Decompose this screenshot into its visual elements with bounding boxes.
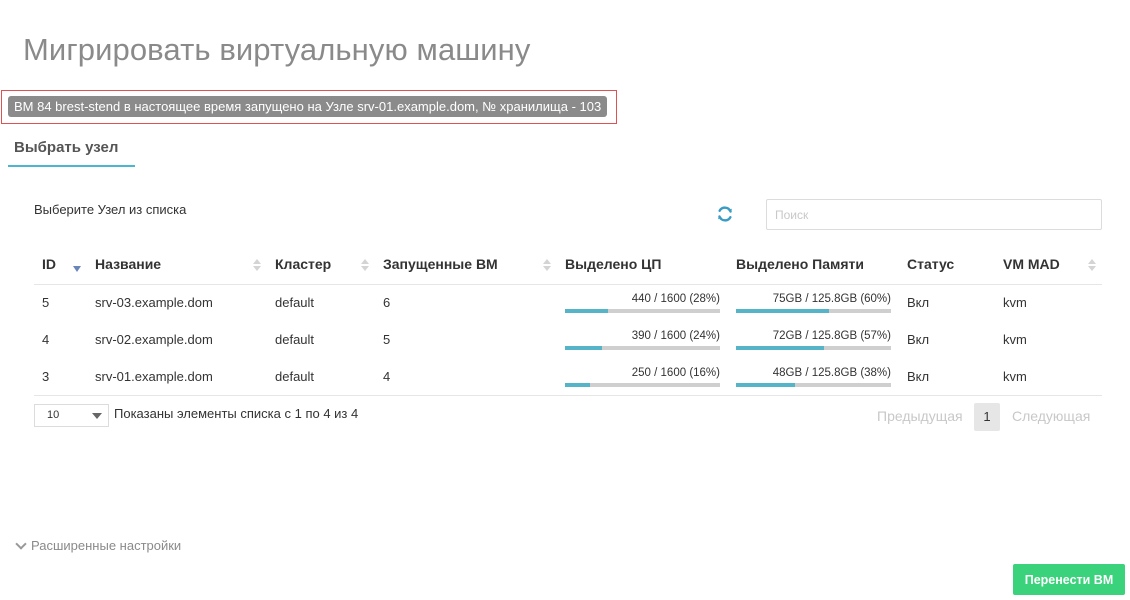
memory-usage-bar: [736, 309, 891, 313]
pagination-next-button[interactable]: Следующая: [1012, 408, 1090, 424]
cpu-usage-fill: [565, 383, 590, 387]
col-header-name-label: Название: [95, 256, 162, 273]
cell-cpu: 390 / 1600 (24%): [557, 321, 728, 359]
col-header-id-label: ID: [42, 256, 56, 273]
col-header-memory-label: Выделено Памяти: [736, 256, 864, 273]
cell-name: srv-01.example.dom: [87, 358, 267, 396]
col-header-cpu-label: Выделено ЦП: [565, 256, 662, 273]
col-header-cluster-label: Кластер: [275, 256, 332, 273]
cell-cluster: default: [267, 321, 375, 359]
pagination-page-1[interactable]: 1: [974, 403, 1000, 431]
cpu-usage: 440 / 1600 (28%): [565, 292, 720, 313]
memory-usage-fill: [736, 309, 829, 313]
col-header-memory[interactable]: Выделено Памяти: [728, 245, 899, 285]
cell-running-vms: 5: [375, 321, 557, 359]
cell-vm-mad: kvm: [995, 321, 1102, 359]
cell-id: 4: [34, 321, 87, 359]
cpu-usage-fill: [565, 309, 609, 313]
migrate-vm-button[interactable]: Перенести ВМ: [1013, 564, 1125, 595]
table-row[interactable]: 4 srv-02.example.dom default 5 390 / 160…: [34, 321, 1102, 359]
memory-usage-text: 72GB / 125.8GB (57%): [772, 330, 891, 342]
refresh-icon[interactable]: [715, 204, 735, 224]
col-header-status[interactable]: Статус: [899, 245, 995, 285]
cell-cluster: default: [267, 284, 375, 322]
cell-cpu: 250 / 1600 (16%): [557, 358, 728, 396]
memory-usage-fill: [736, 346, 825, 350]
cell-id: 3: [34, 358, 87, 396]
col-header-running-vms[interactable]: Запущенные ВМ: [375, 245, 557, 285]
col-header-vm-mad-label: VM MAD: [1003, 256, 1060, 273]
sort-icon: [543, 259, 551, 271]
tab-select-host[interactable]: Выбрать узел: [8, 136, 135, 167]
cpu-usage: 390 / 1600 (24%): [565, 329, 720, 350]
cell-vm-mad: kvm: [995, 284, 1102, 322]
cpu-usage: 250 / 1600 (16%): [565, 366, 720, 387]
sort-icon: [253, 259, 261, 271]
sort-desc-icon: [73, 266, 81, 272]
cell-status: Вкл: [899, 284, 995, 322]
cell-cluster: default: [267, 358, 375, 396]
sort-icon: [361, 259, 369, 271]
cpu-usage-fill: [565, 346, 603, 350]
cell-memory: 48GB / 125.8GB (38%): [728, 358, 899, 396]
cpu-usage-text: 390 / 1600 (24%): [631, 330, 720, 342]
col-header-id[interactable]: ID: [34, 245, 87, 285]
cell-vm-mad: kvm: [995, 358, 1102, 396]
memory-usage-bar: [736, 346, 891, 350]
cpu-usage-text: 250 / 1600 (16%): [631, 367, 720, 379]
table-header-row: ID Название Кластер Запущенные ВМ Выделе…: [34, 245, 1102, 285]
col-header-status-label: Статус: [907, 256, 955, 273]
hosts-table: ID Название Кластер Запущенные ВМ Выделе…: [34, 245, 1102, 396]
cell-status: Вкл: [899, 358, 995, 396]
cell-memory: 72GB / 125.8GB (57%): [728, 321, 899, 359]
chevron-down-icon: [15, 537, 27, 550]
pagination-info: Показаны элементы списка с 1 по 4 из 4: [114, 406, 359, 421]
page-title: Мигрировать виртуальную машину: [23, 32, 531, 67]
table-row[interactable]: 5 srv-03.example.dom default 6 440 / 160…: [34, 284, 1102, 322]
memory-usage: 75GB / 125.8GB (60%): [736, 292, 891, 313]
cell-status: Вкл: [899, 321, 995, 359]
cpu-usage-bar: [565, 309, 720, 313]
page-size-select[interactable]: 10: [34, 404, 109, 427]
vm-location-notice: ВМ 84 brest-stend в настоящее время запу…: [8, 96, 608, 117]
cell-cpu: 440 / 1600 (28%): [557, 284, 728, 322]
cell-name: srv-03.example.dom: [87, 284, 267, 322]
cell-name: srv-02.example.dom: [87, 321, 267, 359]
advanced-settings-toggle[interactable]: Расширенные настройки: [15, 537, 182, 553]
search-input[interactable]: [766, 199, 1102, 230]
cell-running-vms: 4: [375, 358, 557, 396]
page-size-value: 10: [47, 409, 60, 421]
cell-id: 5: [34, 284, 87, 322]
memory-usage-bar: [736, 383, 891, 387]
sort-icon: [1088, 259, 1096, 271]
col-header-running-vms-label: Запущенные ВМ: [383, 256, 498, 273]
pagination-prev-button[interactable]: Предыдущая: [877, 408, 963, 424]
chevron-down-icon: [92, 413, 102, 419]
cell-memory: 75GB / 125.8GB (60%): [728, 284, 899, 322]
cpu-usage-bar: [565, 383, 720, 387]
col-header-vm-mad[interactable]: VM MAD: [995, 245, 1102, 285]
col-header-cluster[interactable]: Кластер: [267, 245, 375, 285]
cell-running-vms: 6: [375, 284, 557, 322]
advanced-settings-label: Расширенные настройки: [31, 538, 182, 553]
memory-usage: 72GB / 125.8GB (57%): [736, 329, 891, 350]
col-header-cpu[interactable]: Выделено ЦП: [557, 245, 728, 285]
memory-usage-text: 48GB / 125.8GB (38%): [772, 367, 891, 379]
memory-usage-text: 75GB / 125.8GB (60%): [772, 293, 891, 305]
memory-usage: 48GB / 125.8GB (38%): [736, 366, 891, 387]
select-host-hint: Выберите Узел из списка: [34, 202, 187, 217]
table-row[interactable]: 3 srv-01.example.dom default 4 250 / 160…: [34, 358, 1102, 396]
memory-usage-fill: [736, 383, 795, 387]
col-header-name[interactable]: Название: [87, 245, 267, 285]
cpu-usage-text: 440 / 1600 (28%): [631, 293, 720, 305]
cpu-usage-bar: [565, 346, 720, 350]
